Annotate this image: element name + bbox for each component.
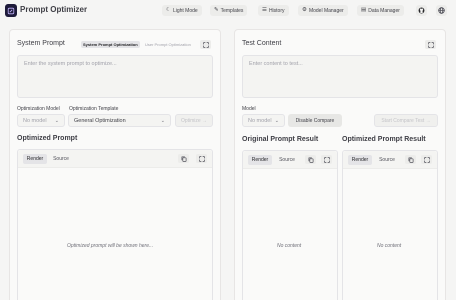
copy-icon [408, 157, 413, 163]
tab-source[interactable]: Source [49, 154, 73, 164]
fullscreen-icon [323, 156, 330, 163]
original-result-placeholder: No content [277, 243, 302, 249]
chevron-down-icon: ⌄ [160, 117, 165, 124]
fullscreen-icon [198, 155, 205, 162]
optimization-model-value: No model [23, 117, 47, 124]
data-manager-button[interactable]: ▤ Data Manager [357, 5, 404, 16]
chevron-down-icon: ⌄ [54, 117, 59, 124]
system-prompt-input[interactable]: Enter the system prompt to optimize... [17, 55, 213, 98]
database-icon: ▤ [361, 6, 367, 13]
optimized-prompt-output: Render Source Optimized prompt will be s… [17, 149, 213, 300]
expand-system-prompt-button[interactable] [200, 40, 211, 49]
expand-output-button[interactable] [421, 155, 432, 164]
language-button[interactable] [436, 5, 447, 16]
fullscreen-icon [202, 41, 209, 48]
light-mode-button[interactable]: ☾ Light Mode [162, 5, 202, 16]
chevron-down-icon: ⌄ [274, 117, 279, 124]
start-compare-test-button[interactable]: Start Compare Test → [374, 114, 438, 127]
tab-render[interactable]: Render [23, 154, 47, 164]
tab-render[interactable]: Render [248, 155, 272, 165]
globe-icon [438, 7, 445, 14]
optimized-result-output: Render Source No content [342, 150, 438, 300]
moon-icon: ☾ [166, 6, 171, 13]
optimized-prompt-placeholder: Optimized prompt will be shown here... [67, 243, 154, 249]
test-model-label: Model [242, 106, 256, 112]
templates-label: Templates [220, 7, 244, 14]
copy-button[interactable] [178, 154, 189, 163]
templates-button[interactable]: ✎ Templates [210, 5, 248, 16]
optimize-button[interactable]: Optimize → [175, 114, 213, 127]
disable-compare-button[interactable]: Disable Compare [288, 114, 342, 127]
expand-output-button[interactable] [321, 155, 332, 164]
original-result-output: Render Source No content [242, 150, 338, 300]
github-button[interactable] [416, 5, 427, 16]
original-result-title: Original Prompt Result [242, 136, 319, 143]
test-content-title: Test Content [242, 40, 282, 47]
tab-source[interactable]: Source [374, 155, 400, 165]
tab-source[interactable]: Source [274, 155, 300, 165]
copy-icon [181, 156, 186, 162]
model-manager-label: Model Manager [308, 7, 344, 14]
optimization-template-value: General Optimization [74, 117, 126, 124]
logo-icon [7, 7, 15, 14]
app-title: Prompt Optimizer [20, 5, 88, 14]
system-prompt-title: System Prompt [17, 40, 65, 47]
test-model-select[interactable]: No model ⌄ [242, 114, 285, 127]
gear-icon: ⚙ [302, 6, 307, 13]
expand-output-button[interactable] [196, 154, 207, 163]
tab-render[interactable]: Render [348, 155, 372, 165]
system-prompt-placeholder: Enter the system prompt to optimize... [24, 61, 117, 67]
optimized-result-title: Optimized Prompt Result [342, 136, 426, 143]
history-label: History [268, 7, 285, 14]
model-manager-button[interactable]: ⚙ Model Manager [298, 5, 348, 16]
test-content-placeholder: Enter content to test... [249, 61, 303, 67]
light-mode-label: Light Mode [172, 7, 198, 14]
copy-button[interactable] [305, 155, 316, 164]
user-prompt-mode-tab[interactable]: User Prompt Optimization [143, 41, 193, 48]
copy-button[interactable] [405, 155, 416, 164]
app-logo [5, 4, 17, 17]
copy-icon [308, 157, 313, 163]
optimization-model-select[interactable]: No model ⌄ [17, 114, 65, 127]
fullscreen-icon [423, 156, 430, 163]
optimization-template-label: Optimization Template [69, 106, 119, 112]
system-prompt-mode-tab[interactable]: System Prompt Optimization [81, 41, 140, 48]
scroll-icon: ☰ [262, 6, 267, 13]
pencil-icon: ✎ [214, 6, 219, 13]
github-icon [418, 7, 425, 14]
history-button[interactable]: ☰ History [258, 5, 289, 16]
optimization-model-label: Optimization Model [17, 106, 60, 112]
test-model-value: No model [248, 117, 272, 124]
optimization-template-select[interactable]: General Optimization ⌄ [68, 114, 171, 127]
data-manager-label: Data Manager [368, 7, 400, 14]
fullscreen-icon [427, 41, 434, 48]
optimized-prompt-title: Optimized Prompt [17, 135, 78, 142]
test-content-input[interactable]: Enter content to test... [242, 55, 438, 98]
expand-test-content-button[interactable] [425, 40, 436, 49]
top-bar: Prompt Optimizer ☾ Light Mode ✎ Template… [0, 0, 456, 22]
optimized-result-placeholder: No content [377, 243, 402, 249]
